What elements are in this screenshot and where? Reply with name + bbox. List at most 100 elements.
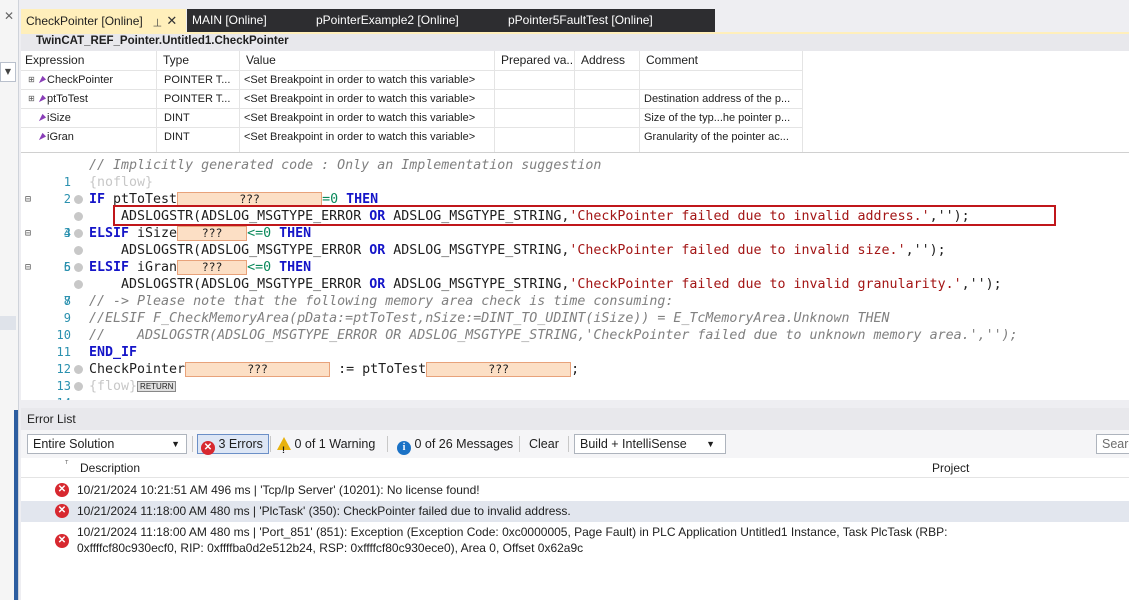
breakpoint-marker[interactable] — [74, 280, 83, 289]
code-line: 10 //ELSIF F_CheckMemoryArea(pData:=ptTo… — [21, 310, 1129, 342]
comment-text: //ELSIF F_CheckMemoryArea(pData:=ptToTes… — [89, 311, 890, 326]
separator — [270, 436, 271, 452]
code-editor[interactable]: 1 // Implicitly generated code : Only an… — [21, 152, 1129, 410]
col-header-expression[interactable]: Expression — [18, 51, 156, 70]
fold-icon[interactable]: ⊟ — [25, 191, 31, 208]
col-header-prepared-value[interactable]: Prepared va... — [494, 51, 574, 70]
pin-icon[interactable]: ⊣ — [144, 18, 167, 28]
dropdown-caret-icon[interactable]: ▼ — [0, 62, 16, 82]
col-header-project[interactable]: Project — [932, 458, 969, 478]
prepared-value-cell[interactable] — [494, 90, 574, 109]
identifier: CheckPointer — [89, 362, 186, 377]
error-description: 10/21/2024 10:21:51 AM 496 ms | 'Tcp/Ip … — [77, 483, 480, 497]
error-icon: ✕ — [55, 483, 69, 497]
tab-label: pPointer5FaultTest [Online] — [508, 13, 653, 27]
semicolon: ; — [571, 362, 580, 377]
code-line: 8 ADSLOGSTR(ADSLOG_MSGTYPE_ERROR OR ADSL… — [21, 276, 1129, 308]
scope-dropdown[interactable]: Entire Solution ▼ — [27, 434, 187, 454]
prepared-value-cell[interactable] — [494, 71, 574, 90]
value-cell[interactable]: <Set Breakpoint in order to watch this v… — [239, 109, 494, 128]
expand-icon[interactable]: ⊞ — [28, 90, 35, 108]
keyword-or: OR — [369, 243, 386, 258]
call-end: ,''); — [905, 243, 946, 258]
inline-watch-value[interactable]: ??? — [185, 361, 331, 377]
close-icon[interactable]: ✕ — [4, 9, 14, 23]
separator — [192, 436, 193, 452]
call-text: ADSLOG_MSGTYPE_STRING, — [385, 277, 570, 292]
value-cell[interactable]: <Set Breakpoint in order to watch this v… — [239, 90, 494, 109]
expression-cell: iSize — [47, 112, 71, 124]
col-header-comment[interactable]: Comment — [639, 51, 802, 70]
type-cell: POINTER T... — [164, 74, 231, 86]
errors-filter-button[interactable]: ✕ 3 Errors — [197, 434, 269, 455]
fold-icon[interactable]: ⊟ — [25, 225, 31, 242]
inline-watch-value[interactable]: ??? — [177, 259, 248, 275]
expression-cell: ptToTest — [47, 93, 88, 105]
chevron-down-icon: ▼ — [706, 439, 715, 449]
document-tab-bar: CheckPointer [Online] ⊣ ✕ MAIN [Online] pP… — [21, 9, 1129, 32]
watch-row[interactable]: ⊞ CheckPointer POINTER T... <Set Breakpo… — [21, 70, 802, 89]
col-header-address[interactable]: Address — [574, 51, 639, 70]
breakpoint-marker[interactable] — [74, 229, 83, 238]
panel-splitter[interactable] — [21, 400, 1129, 408]
col-header-value[interactable]: Value — [239, 51, 494, 70]
fold-icon[interactable]: ⊟ — [25, 259, 31, 276]
error-row[interactable]: ✕ 10/21/2024 11:18:00 AM 480 ms | 'Port_… — [21, 523, 1129, 559]
sort-icon[interactable]: ᵀ — [65, 454, 68, 474]
tab-label: pPointerExample2 [Online] — [316, 13, 459, 27]
error-description-line2: 0xffffcf80c930ecf0, RIP: 0xffffba0d2e512… — [77, 541, 584, 555]
comment-cell: Size of the typ...he pointer p... — [644, 112, 791, 124]
tab-ppointer5faulttest[interactable]: pPointer5FaultTest [Online] — [503, 9, 715, 32]
build-filter-dropdown[interactable]: Build + IntelliSense ▼ — [574, 434, 726, 454]
tab-checkpointer[interactable]: CheckPointer [Online] ⊣ ✕ — [21, 9, 186, 32]
watch-row[interactable]: iSize DINT <Set Breakpoint in order to w… — [21, 108, 802, 127]
messages-count-label: 0 of 26 Messages — [414, 437, 514, 451]
watch-row[interactable]: iGran DINT <Set Breakpoint in order to w… — [21, 127, 802, 146]
breakpoint-marker[interactable] — [74, 246, 83, 255]
tab-label: CheckPointer [Online] — [26, 14, 143, 28]
expand-icon[interactable]: ⊞ — [28, 71, 35, 89]
code-line: 14 {flow}RETURN — [21, 378, 1129, 410]
col-header-type[interactable]: Type — [156, 51, 239, 70]
messages-filter-button[interactable]: i 0 of 26 Messages — [397, 434, 514, 455]
col-header-description[interactable]: Description — [80, 458, 140, 478]
warning-icon: ! — [277, 437, 291, 455]
code-line: 6 ADSLOGSTR(ADSLOG_MSGTYPE_ERROR OR ADSL… — [21, 242, 1129, 274]
build-filter-value: Build + IntelliSense — [580, 437, 687, 451]
call-text: ADSLOGSTR(ADSLOG_MSGTYPE_ERROR — [121, 277, 370, 292]
column-divider — [802, 51, 803, 152]
error-row-selected[interactable]: ✕ 10/21/2024 11:18:00 AM 480 ms | 'PlcTa… — [21, 501, 1129, 522]
call-text: ADSLOGSTR(ADSLOG_MSGTYPE_ERROR — [121, 243, 370, 258]
type-cell: POINTER T... — [164, 93, 231, 105]
inline-watch-value[interactable]: ??? — [177, 225, 248, 241]
watch-row[interactable]: ⊞ ptToTest POINTER T... <Set Breakpoint … — [21, 89, 802, 108]
inline-watch-value[interactable]: ??? — [426, 361, 572, 377]
tab-main[interactable]: MAIN [Online] — [187, 9, 308, 32]
error-list-header: ᵀ Description Project — [21, 458, 1129, 478]
error-list-title: Error List — [21, 408, 1129, 430]
scope-value: Entire Solution — [33, 437, 115, 451]
error-description-line1: 10/21/2024 11:18:00 AM 480 ms | 'Port_85… — [77, 525, 948, 539]
prepared-value-cell[interactable] — [494, 109, 574, 128]
search-input[interactable]: Search — [1096, 434, 1129, 454]
close-icon[interactable]: ✕ — [166, 9, 177, 32]
comment-text: // -> Please note that the following mem… — [89, 294, 674, 309]
breakpoint-marker[interactable] — [74, 365, 83, 374]
value-cell[interactable]: <Set Breakpoint in order to watch this v… — [239, 128, 494, 147]
clear-button[interactable]: Clear — [529, 434, 559, 454]
identifier: iGran — [129, 260, 178, 275]
return-button[interactable]: RETURN — [137, 380, 177, 392]
error-row[interactable]: ✕ 10/21/2024 10:21:51 AM 496 ms | 'Tcp/I… — [21, 480, 1129, 501]
value-cell[interactable]: <Set Breakpoint in order to watch this v… — [239, 71, 494, 90]
breakpoint-marker[interactable] — [74, 212, 83, 221]
comment-cell — [639, 71, 802, 90]
left-panel-selection — [0, 316, 16, 330]
warnings-filter-button[interactable]: ! 0 of 1 Warning — [277, 434, 375, 455]
breakpoint-marker[interactable] — [74, 195, 83, 204]
keyword-or: OR — [369, 277, 386, 292]
tab-ppointerexample2[interactable]: pPointerExample2 [Online] — [308, 9, 503, 32]
identifier: iSize — [129, 226, 178, 241]
breakpoint-marker[interactable] — [74, 382, 83, 391]
breakpoint-marker[interactable] — [74, 263, 83, 272]
prepared-value-cell[interactable] — [494, 128, 574, 147]
